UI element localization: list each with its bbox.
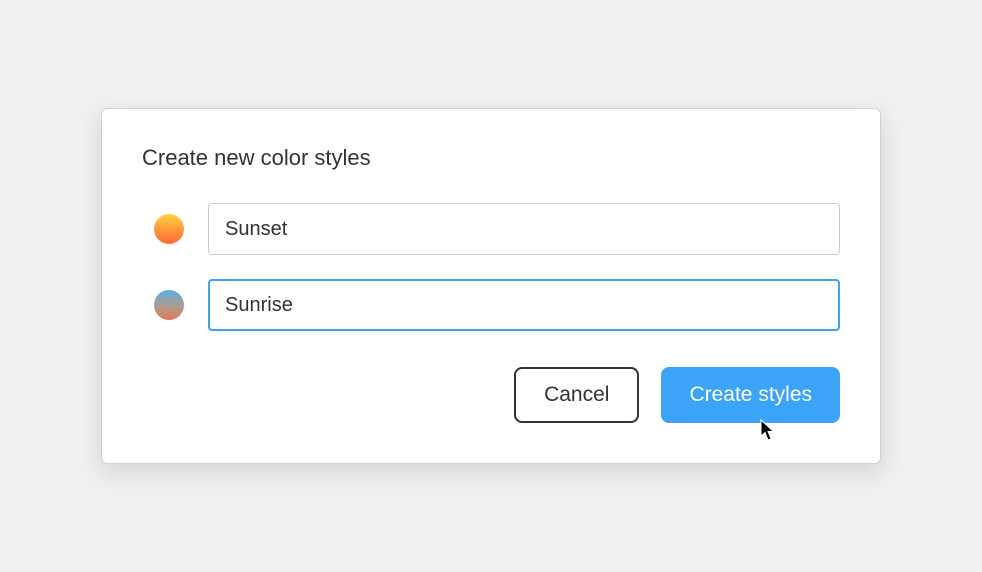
cancel-button[interactable]: Cancel <box>514 367 639 423</box>
dialog-title: Create new color styles <box>142 145 840 171</box>
color-swatch-icon <box>154 214 184 244</box>
style-name-input-1[interactable] <box>208 279 840 331</box>
style-row-0 <box>142 203 840 255</box>
dialog-button-row: Cancel Create styles <box>142 367 840 423</box>
style-name-input-0[interactable] <box>208 203 840 255</box>
create-color-styles-dialog: Create new color styles Cancel Create st… <box>101 108 881 464</box>
color-swatch-icon <box>154 290 184 320</box>
style-row-1 <box>142 279 840 331</box>
create-styles-button[interactable]: Create styles <box>661 367 840 423</box>
